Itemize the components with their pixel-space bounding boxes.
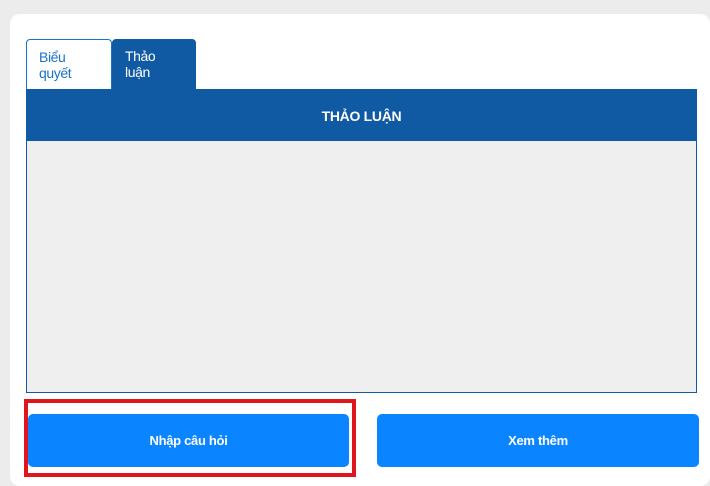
discussion-panel: THẢO LUẬN [26, 89, 697, 393]
enter-question-button[interactable]: Nhập câu hỏi [28, 414, 349, 467]
panel-header: THẢO LUẬN [27, 90, 696, 141]
panel-title: THẢO LUẬN [321, 107, 402, 124]
tab-voting[interactable]: Biểu quyết [26, 39, 112, 89]
see-more-button[interactable]: Xem thêm [377, 414, 699, 467]
tab-discussion[interactable]: Thảo luận [112, 39, 196, 89]
tab-discussion-label: Thảo luận [125, 48, 156, 80]
tab-voting-label: Biểu quyết [39, 48, 72, 81]
tab-bar: Biểu quyết Thảo luận [26, 38, 196, 89]
